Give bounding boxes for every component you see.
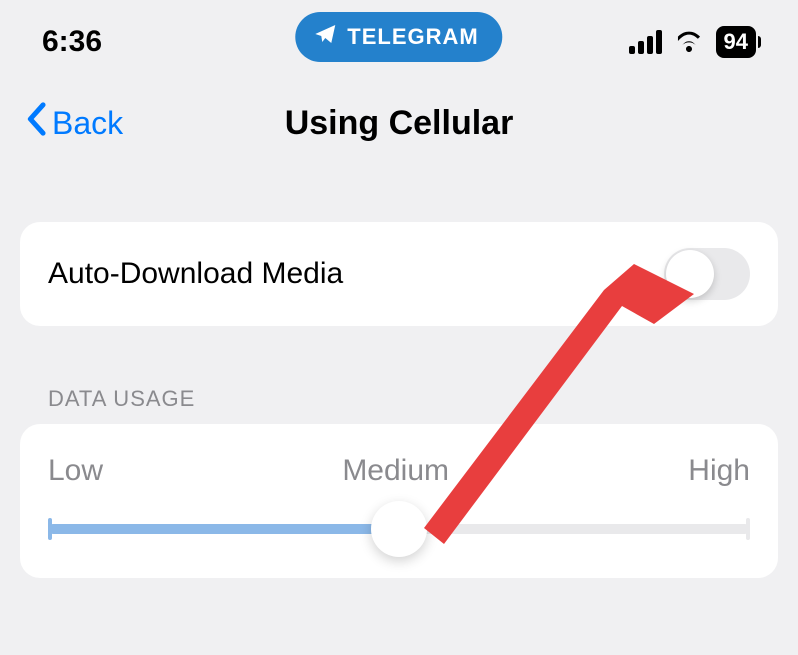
battery-level: 94 (724, 29, 748, 54)
navigation-bar: Back Using Cellular (0, 72, 798, 162)
back-button[interactable]: Back (24, 102, 123, 144)
slider-label-medium: Medium (342, 454, 449, 488)
auto-download-toggle[interactable] (664, 248, 750, 300)
battery-indicator: 94 (716, 26, 756, 58)
status-bar: 6:36 TELEGRAM 94 (0, 0, 798, 72)
app-name: TELEGRAM (347, 24, 478, 50)
status-time: 6:36 (42, 25, 102, 59)
slider-tick-high (746, 518, 750, 540)
chevron-left-icon (24, 102, 48, 144)
slider-fill (48, 524, 399, 534)
wifi-icon (674, 28, 704, 57)
auto-download-label: Auto-Download Media (48, 257, 343, 291)
toggle-knob (666, 250, 714, 298)
data-usage-slider[interactable] (48, 524, 750, 534)
data-usage-card: Low Medium High (20, 424, 778, 578)
page-title: Using Cellular (285, 104, 514, 143)
back-label: Back (52, 105, 123, 142)
auto-download-card: Auto-Download Media (20, 222, 778, 326)
slider-knob[interactable] (371, 501, 427, 557)
cellular-signal-icon (629, 30, 662, 54)
auto-download-row: Auto-Download Media (20, 222, 778, 326)
paper-plane-icon (313, 22, 337, 52)
slider-label-low: Low (48, 454, 103, 488)
status-right: 94 (629, 26, 756, 58)
data-usage-group: DATA USAGE Low Medium High (20, 386, 778, 578)
slider-label-high: High (688, 454, 750, 488)
auto-download-group: Auto-Download Media (20, 222, 778, 326)
app-badge: TELEGRAM (295, 12, 502, 62)
data-usage-header: DATA USAGE (20, 386, 778, 424)
slider-labels: Low Medium High (48, 454, 750, 488)
